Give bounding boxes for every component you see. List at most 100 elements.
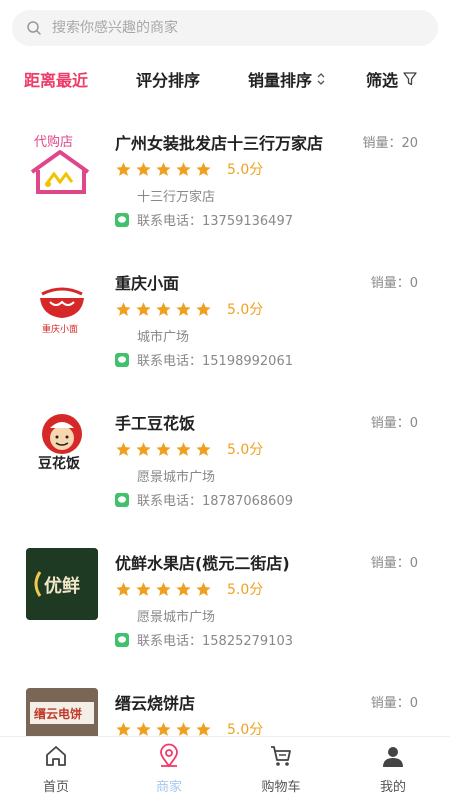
sort-bar: 距离最近 评分排序 销量排序 筛选 [0,58,450,98]
star-icon [156,301,171,316]
wechat-icon [115,352,129,367]
sort-rating-tab[interactable]: 评分排序 [136,67,200,91]
chef-logo: 豆花饭 [26,408,98,480]
tab-cart-label: 购物车 [261,780,301,795]
shop-rating: 5.0分 [115,439,263,459]
tab-merchants-label: 商家 [155,780,182,795]
star-icon [136,441,151,456]
star-icon [116,161,131,176]
shop-phone: 联系电话：15825279103 [137,634,293,649]
shop-item[interactable]: 代购店 广州女装批发店十三行万家店 销量：20 5.0分 十三行万家店 联系电话… [0,112,450,252]
wechat-icon [115,492,129,507]
shop-phone: 联系电话：18787068609 [137,494,293,509]
sort-rating-label: 评分排序 [136,71,201,90]
star-icon [176,581,191,596]
shop-score: 5.0分 [227,302,264,318]
star-icon [116,301,131,316]
filter-button[interactable]: 筛选 [366,67,418,91]
shop-item[interactable]: 重庆小面 重庆小面 销量：0 5.0分 城市广场 联系电话：1519899206… [0,252,450,392]
shop-contact[interactable]: 联系电话：15198992061 [115,350,293,369]
sort-distance-label: 距离最近 [24,71,89,90]
logo-text: 代购店 [34,134,73,150]
tab-mine[interactable]: 我的 [348,737,438,800]
logo-text: 优鲜 [44,575,80,597]
shop-item[interactable]: 优鲜 优鲜水果店(榄元二街店) 销量：0 5.0分 愿景城市广场 联系电话：15… [0,532,450,672]
star-icon [156,721,171,736]
star-icon [116,441,131,456]
star-icon [176,441,191,456]
noodle-bowl-logo: 重庆小面 [26,268,98,340]
cart-icon [271,746,291,766]
search-bar[interactable] [12,10,438,46]
shop-score: 5.0分 [227,582,264,598]
sort-sales-label: 销量排序 [248,71,313,90]
home-icon [46,746,66,766]
star-icon [176,721,191,736]
shop-item[interactable]: 豆花饭 手工豆花饭 销量：0 5.0分 愿景城市广场 联系电话：18787068… [0,392,450,532]
search-icon [27,21,41,35]
shop-contact[interactable]: 联系电话：15825279103 [115,630,293,649]
shop-sales: 销量：0 [370,276,418,291]
tab-home-label: 首页 [42,780,69,795]
star-icon [136,721,151,736]
star-icon [196,581,211,596]
shop-name: 优鲜水果店(榄元二街店) [115,554,290,573]
shop-sales: 销量：0 [370,416,418,431]
shop-phone: 联系电话：15198992061 [137,354,293,369]
shop-name: 广州女装批发店十三行万家店 [115,134,324,153]
wechat-icon [115,212,129,227]
sort-distance-tab[interactable]: 距离最近 [24,67,88,91]
tab-merchants[interactable]: 商家 [124,737,214,800]
star-icon [136,161,151,176]
sort-sales-tab[interactable]: 销量排序 [248,67,326,91]
star-icon [116,581,131,596]
sort-updown-icon [316,72,326,86]
star-icon [156,441,171,456]
star-icon [136,581,151,596]
shop-sales: 销量：0 [370,696,418,711]
shop-address: 愿景城市广场 [137,470,216,485]
logo-text: 缙云电饼 [33,706,82,721]
shop-name: 缙云烧饼店 [115,694,196,713]
shop-score: 5.0分 [227,722,264,736]
logo-text: 重庆小面 [42,323,78,335]
storefront-photo-logo: 缙云电饼 [26,688,98,736]
shop-name: 手工豆花饭 [115,414,196,433]
star-icon [156,581,171,596]
shop-sales: 销量：0 [370,556,418,571]
shop-score: 5.0分 [227,162,264,178]
star-icon [196,441,211,456]
shop-contact[interactable]: 联系电话：13759136497 [115,210,293,229]
shop-address: 愿景城市广场 [137,610,216,625]
shop-item[interactable]: 缙云电饼 缙云烧饼店 销量：0 5.0分 [0,672,450,736]
shop-rating: 5.0分 [115,159,263,179]
shop-rating: 5.0分 [115,719,263,736]
search-input[interactable] [52,20,412,36]
shop-rating: 5.0分 [115,299,263,319]
star-icon [136,301,151,316]
shop-address: 城市广场 [137,330,190,345]
tab-mine-label: 我的 [379,780,406,795]
shop-rating: 5.0分 [115,579,263,599]
shop-phone: 联系电话：13759136497 [137,214,293,229]
star-icon [156,161,171,176]
filter-label: 筛选 [366,71,399,90]
shop-list: 代购店 广州女装批发店十三行万家店 销量：20 5.0分 十三行万家店 联系电话… [0,112,450,736]
user-icon [383,747,403,767]
star-icon [196,161,211,176]
star-icon [116,721,131,736]
wechat-icon [115,632,129,647]
star-icon [176,301,191,316]
dai-gou-dian-logo: 代购店 [26,128,98,200]
bottom-tab-bar: 首页 商家 购物车 我的 [0,736,450,800]
location-pin-icon [160,743,178,768]
filter-funnel-icon [402,71,418,87]
tab-cart[interactable]: 购物车 [236,737,326,800]
storefront-sign-logo: 优鲜 [26,548,98,620]
logo-text: 豆花饭 [38,455,81,472]
tab-home[interactable]: 首页 [11,737,101,800]
shop-score: 5.0分 [227,442,264,458]
shop-contact[interactable]: 联系电话：18787068609 [115,490,293,509]
shop-address: 十三行万家店 [137,190,216,205]
shop-name: 重庆小面 [115,274,180,293]
